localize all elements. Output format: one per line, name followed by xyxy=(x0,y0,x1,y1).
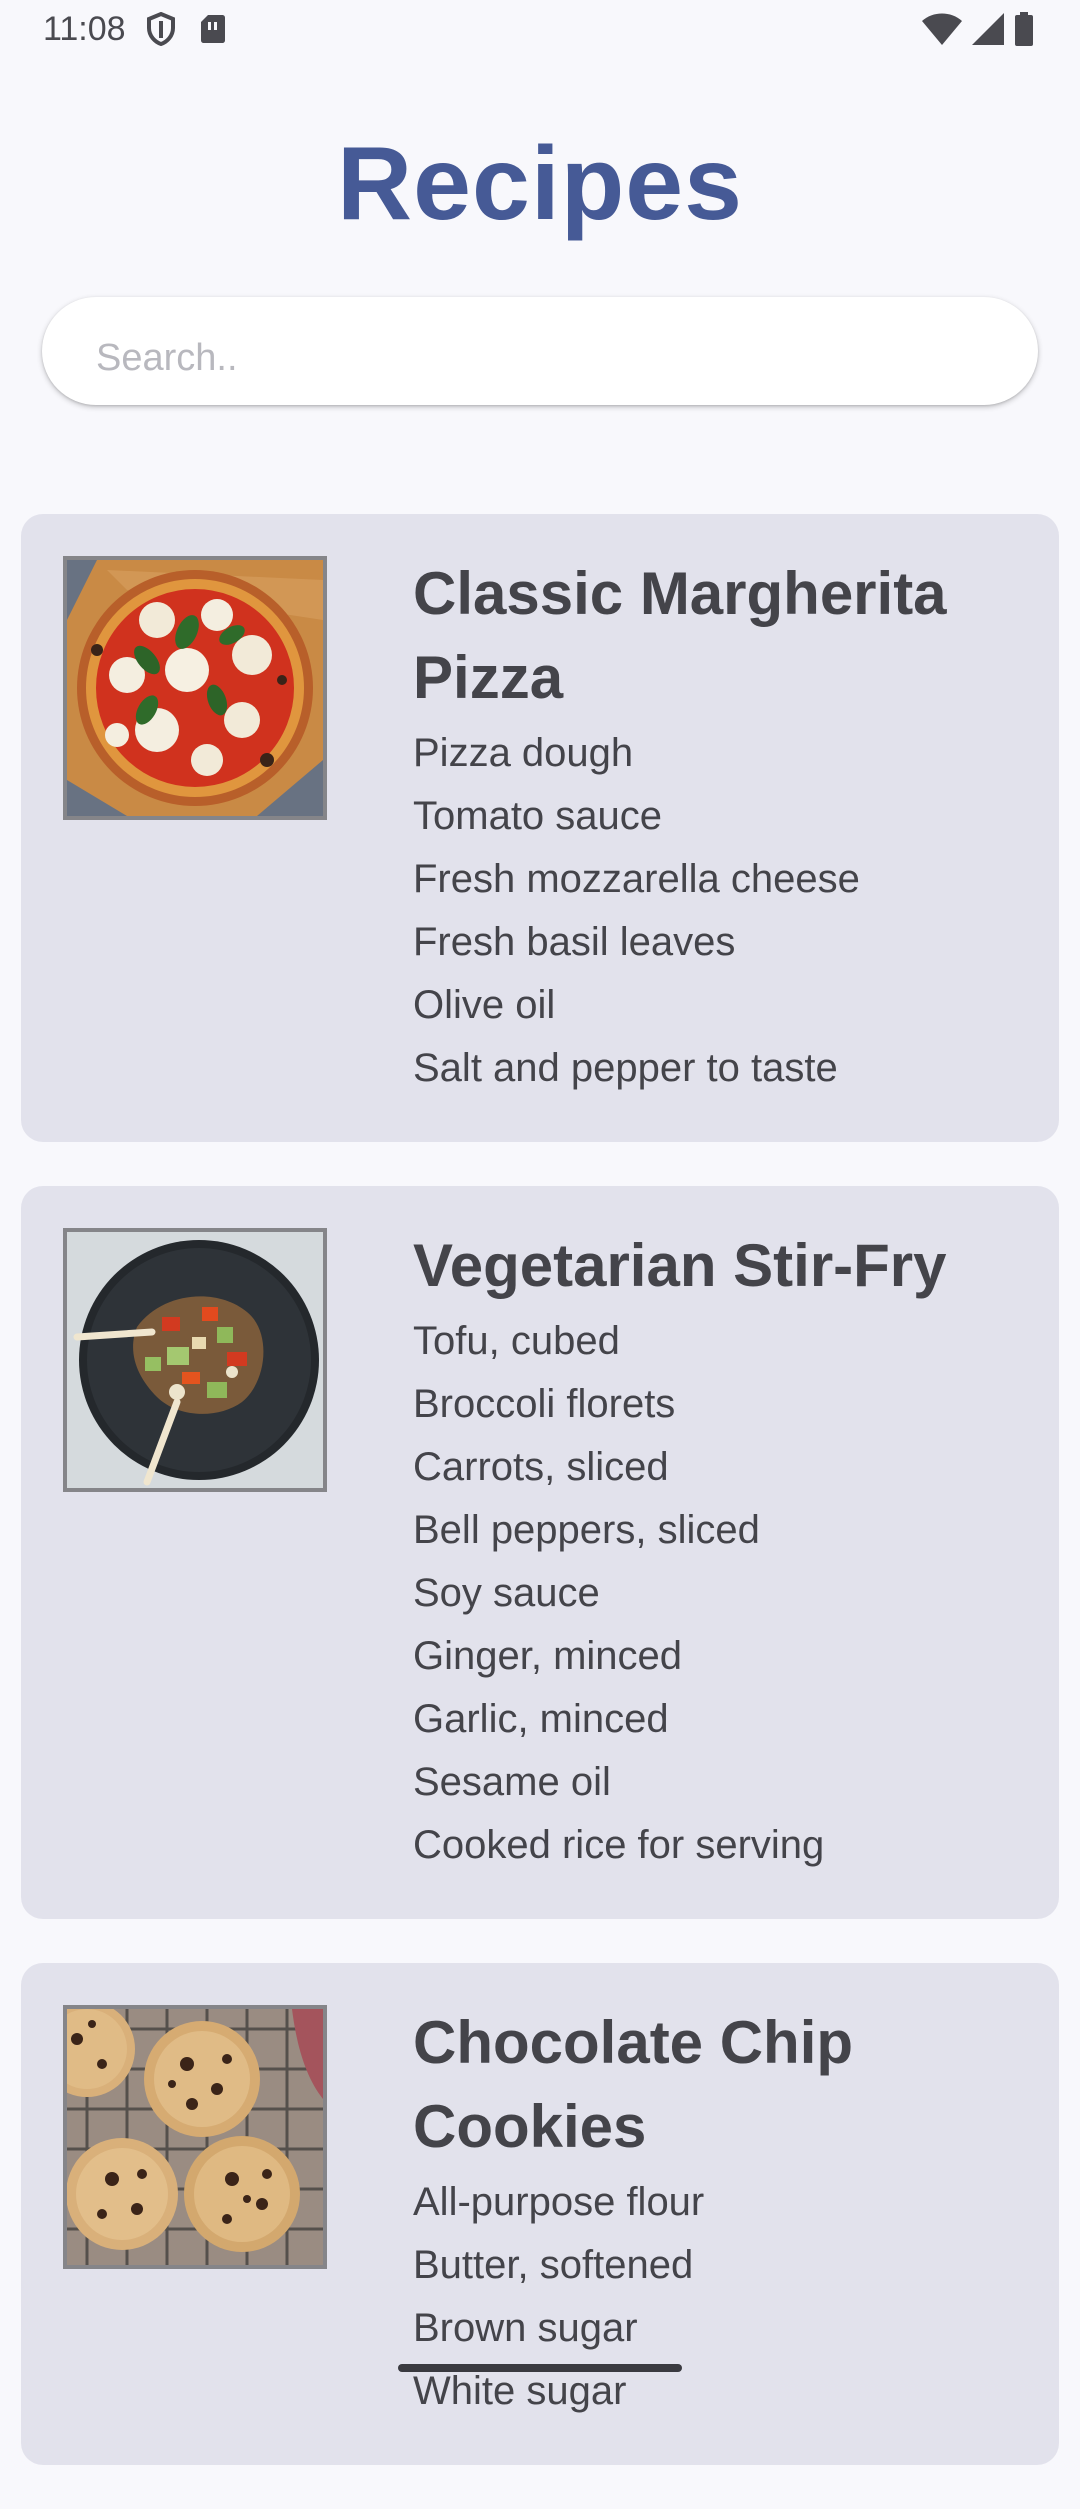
search-box[interactable] xyxy=(42,297,1038,405)
cookies-photo xyxy=(63,2005,327,2269)
ingredient-item: Carrots, sliced xyxy=(413,1445,669,1489)
battery-icon xyxy=(1014,11,1034,51)
ingredient-item: Bell peppers, sliced xyxy=(413,1508,760,1552)
ingredient-item: Fresh basil leaves xyxy=(413,920,736,964)
wifi-icon xyxy=(922,13,962,50)
recipe-card[interactable]: Classic Margherita Pizza Pizza dough Tom… xyxy=(21,514,1059,1142)
search-input[interactable] xyxy=(94,327,978,389)
ingredient-item: Brown sugar xyxy=(413,2306,638,2350)
status-left-icons xyxy=(146,11,226,51)
recipe-list: Classic Margherita Pizza Pizza dough Tom… xyxy=(21,514,1059,2509)
cellular-signal-icon xyxy=(972,12,1004,50)
sim-card-icon xyxy=(200,14,226,49)
ingredient-list: All-purpose flour Butter, softened Brown… xyxy=(413,2171,1029,2423)
recipe-card[interactable]: Chocolate Chip Cookies All-purpose flour… xyxy=(21,1963,1059,2465)
stir-fry-photo xyxy=(63,1228,327,1492)
ingredient-item: Butter, softened xyxy=(413,2243,694,2287)
ingredient-item: Tofu, cubed xyxy=(413,1319,620,1363)
status-time: 11:08 xyxy=(43,10,126,48)
gesture-nav-handle[interactable] xyxy=(398,2364,682,2372)
ingredient-item: Soy sauce xyxy=(413,1571,600,1615)
ingredient-item: Olive oil xyxy=(413,983,556,1027)
ingredient-item: Ginger, minced xyxy=(413,1634,683,1678)
recipe-title: Classic Margherita Pizza xyxy=(413,560,947,711)
ingredient-item: Salt and pepper to taste xyxy=(413,1046,838,1090)
ingredient-list: Pizza dough Tomato sauce Fresh mozzarell… xyxy=(413,722,1029,1100)
ingredient-item: All-purpose flour xyxy=(413,2180,705,2224)
recipe-body: Classic Margherita Pizza Pizza dough Tom… xyxy=(413,556,1029,1100)
ingredient-item: Fresh mozzarella cheese xyxy=(413,857,860,901)
recipe-title: Chocolate Chip Cookies xyxy=(413,2009,854,2160)
ingredient-item: Cooked rice for serving xyxy=(413,1823,825,1867)
status-right-icons xyxy=(922,11,1034,51)
shield-icon xyxy=(146,11,176,51)
ingredient-item: Pizza dough xyxy=(413,731,634,775)
ingredient-list: Tofu, cubed Broccoli florets Carrots, sl… xyxy=(413,1310,1029,1877)
ingredient-item: Garlic, minced xyxy=(413,1697,669,1741)
recipe-body: Vegetarian Stir-Fry Tofu, cubed Broccoli… xyxy=(413,1228,1029,1877)
recipe-body: Chocolate Chip Cookies All-purpose flour… xyxy=(413,2005,1029,2423)
page-title: Recipes xyxy=(337,125,743,242)
ingredient-item: Tomato sauce xyxy=(413,794,663,838)
ingredient-item: Broccoli florets xyxy=(413,1382,676,1426)
ingredient-item: Sesame oil xyxy=(413,1760,611,1804)
recipe-title: Vegetarian Stir-Fry xyxy=(413,1232,947,1299)
status-bar: 11:08 xyxy=(0,0,1080,62)
recipe-card[interactable]: Vegetarian Stir-Fry Tofu, cubed Broccoli… xyxy=(21,1186,1059,1919)
pizza-photo xyxy=(63,556,327,820)
